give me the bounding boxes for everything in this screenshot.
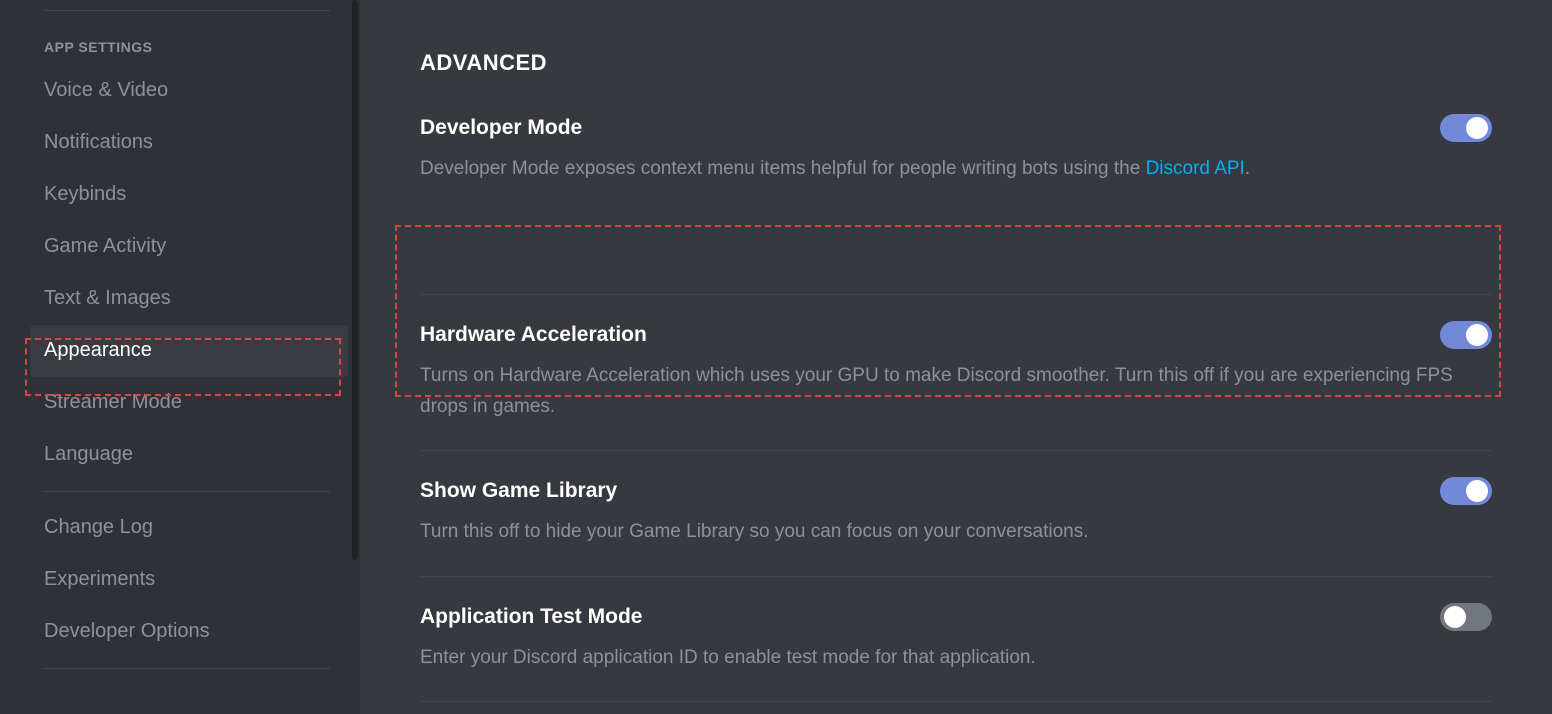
setting-description: Enter your Discord application ID to ena… [420,643,1492,673]
setting-divider [420,450,1492,451]
setting-title: Developer Mode [420,116,582,140]
sidebar-divider [44,10,330,11]
sidebar-divider [44,491,330,492]
setting-title: Application Test Mode [420,605,642,629]
toggle-application-test-mode[interactable] [1440,603,1492,631]
setting-application-test-mode: Application Test Mode Enter your Discord… [420,603,1492,702]
discord-api-link[interactable]: Discord API [1146,158,1245,179]
toggle-show-game-library[interactable] [1440,477,1492,505]
setting-developer-mode: Developer Mode Developer Mode exposes co… [420,114,1492,295]
setting-description: Turn this off to hide your Game Library … [420,517,1492,547]
setting-divider [420,576,1492,577]
sidebar-divider [44,668,330,669]
sidebar-item-appearance[interactable]: Appearance [30,325,348,377]
section-title: ADVANCED [420,50,1492,76]
sidebar-item-voice-video[interactable]: Voice & Video [30,65,348,117]
sidebar-section-header: APP SETTINGS [30,21,348,65]
sidebar-item-keybinds[interactable]: Keybinds [30,169,348,221]
sidebar-item-developer-options[interactable]: Developer Options [30,606,348,658]
sidebar-item-notifications[interactable]: Notifications [30,117,348,169]
setting-divider [420,701,1492,702]
sidebar-scrollbar[interactable] [350,0,360,714]
sidebar-item-experiments[interactable]: Experiments [30,554,348,606]
toggle-developer-mode[interactable] [1440,114,1492,142]
setting-description: Turns on Hardware Acceleration which use… [420,361,1492,422]
setting-divider [420,294,1492,295]
sidebar-item-language[interactable]: Language [30,429,348,481]
setting-title: Show Game Library [420,479,617,503]
sidebar-item-game-activity[interactable]: Game Activity [30,221,348,273]
setting-description: Developer Mode exposes context menu item… [420,154,1492,184]
setting-title: Hardware Acceleration [420,323,647,347]
toggle-hardware-acceleration[interactable] [1440,321,1492,349]
sidebar-item-change-log[interactable]: Change Log [30,502,348,554]
settings-sidebar: APP SETTINGS Voice & Video Notifications… [0,0,360,714]
setting-hardware-acceleration: Hardware Acceleration Turns on Hardware … [420,321,1492,451]
sidebar-item-streamer-mode[interactable]: Streamer Mode [30,377,348,429]
sidebar-item-text-images[interactable]: Text & Images [30,273,348,325]
settings-content: ADVANCED Developer Mode Developer Mode e… [360,0,1552,714]
setting-show-game-library: Show Game Library Turn this off to hide … [420,477,1492,576]
